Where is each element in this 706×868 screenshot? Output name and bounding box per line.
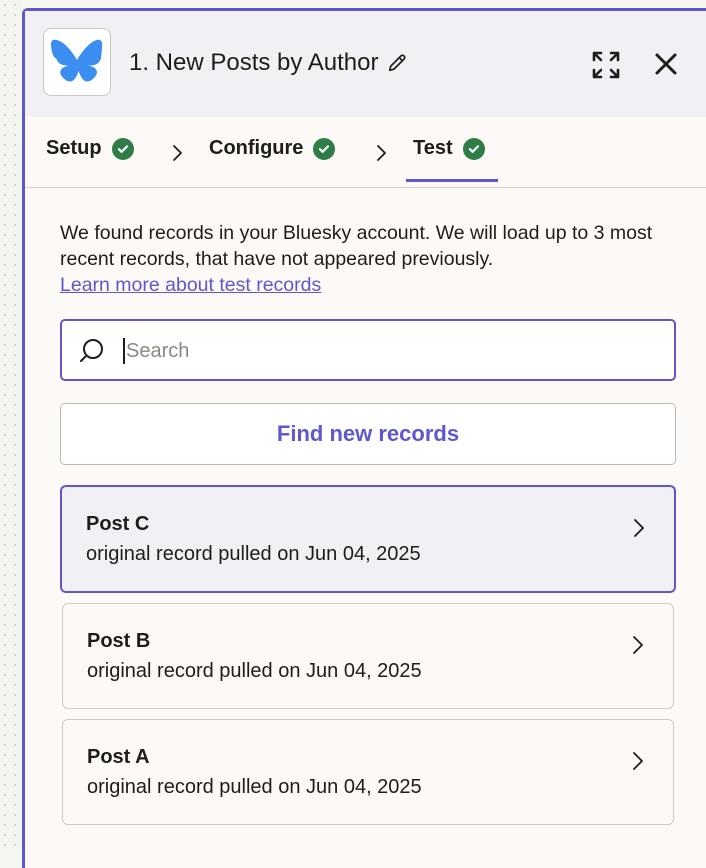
expand-icon[interactable]	[590, 49, 622, 81]
tab-label: Setup	[46, 137, 102, 159]
search-input[interactable]	[124, 329, 648, 373]
chevron-right-icon	[633, 752, 643, 770]
chevron-right-icon	[173, 145, 182, 161]
record-subtitle: original record pulled on Jun 04, 2025	[86, 543, 421, 565]
test-intro: We found records in your Bluesky account…	[60, 220, 680, 298]
learn-more-link[interactable]: Learn more about test records	[60, 274, 321, 296]
record-subtitle: original record pulled on Jun 04, 2025	[87, 776, 422, 798]
check-circle-icon	[111, 137, 134, 160]
record-item-post-b[interactable]: Post B original record pulled on Jun 04,…	[62, 603, 674, 709]
tab-setup[interactable]: Setup	[46, 137, 134, 160]
search-box[interactable]	[60, 319, 676, 381]
step-title-row: 1. New Posts by Author	[129, 49, 408, 77]
intro-text: We found records in your Bluesky account…	[60, 222, 653, 270]
step-editor-panel: 1. New Posts by Author Setup Configure T…	[22, 8, 706, 868]
chevron-right-icon	[377, 145, 386, 161]
tab-configure[interactable]: Configure	[209, 137, 336, 160]
chevron-right-icon	[633, 636, 643, 654]
record-title: Post B	[87, 630, 151, 652]
tab-test[interactable]: Test	[413, 137, 485, 160]
check-circle-icon	[462, 137, 485, 160]
active-tab-indicator	[406, 179, 498, 182]
step-tabs: Setup Configure Test	[25, 117, 706, 188]
record-subtitle: original record pulled on Jun 04, 2025	[87, 660, 422, 682]
tab-label: Test	[413, 137, 453, 159]
bluesky-butterfly-icon	[51, 39, 103, 82]
close-icon[interactable]	[653, 51, 679, 77]
canvas-background	[0, 0, 22, 848]
find-new-records-button[interactable]: Find new records	[60, 403, 676, 465]
search-icon	[80, 339, 103, 362]
panel-header: 1. New Posts by Author	[25, 11, 706, 117]
record-item-post-a[interactable]: Post A original record pulled on Jun 04,…	[62, 719, 674, 825]
tab-label: Configure	[209, 137, 304, 159]
app-icon-tile	[43, 28, 111, 96]
chevron-right-icon	[634, 519, 644, 537]
record-item-post-c[interactable]: Post C original record pulled on Jun 04,…	[60, 485, 676, 593]
check-circle-icon	[313, 137, 336, 160]
step-title: 1. New Posts by Author	[129, 49, 379, 76]
record-title: Post A	[87, 746, 150, 768]
record-title: Post C	[86, 513, 150, 535]
pencil-icon[interactable]	[386, 52, 408, 74]
